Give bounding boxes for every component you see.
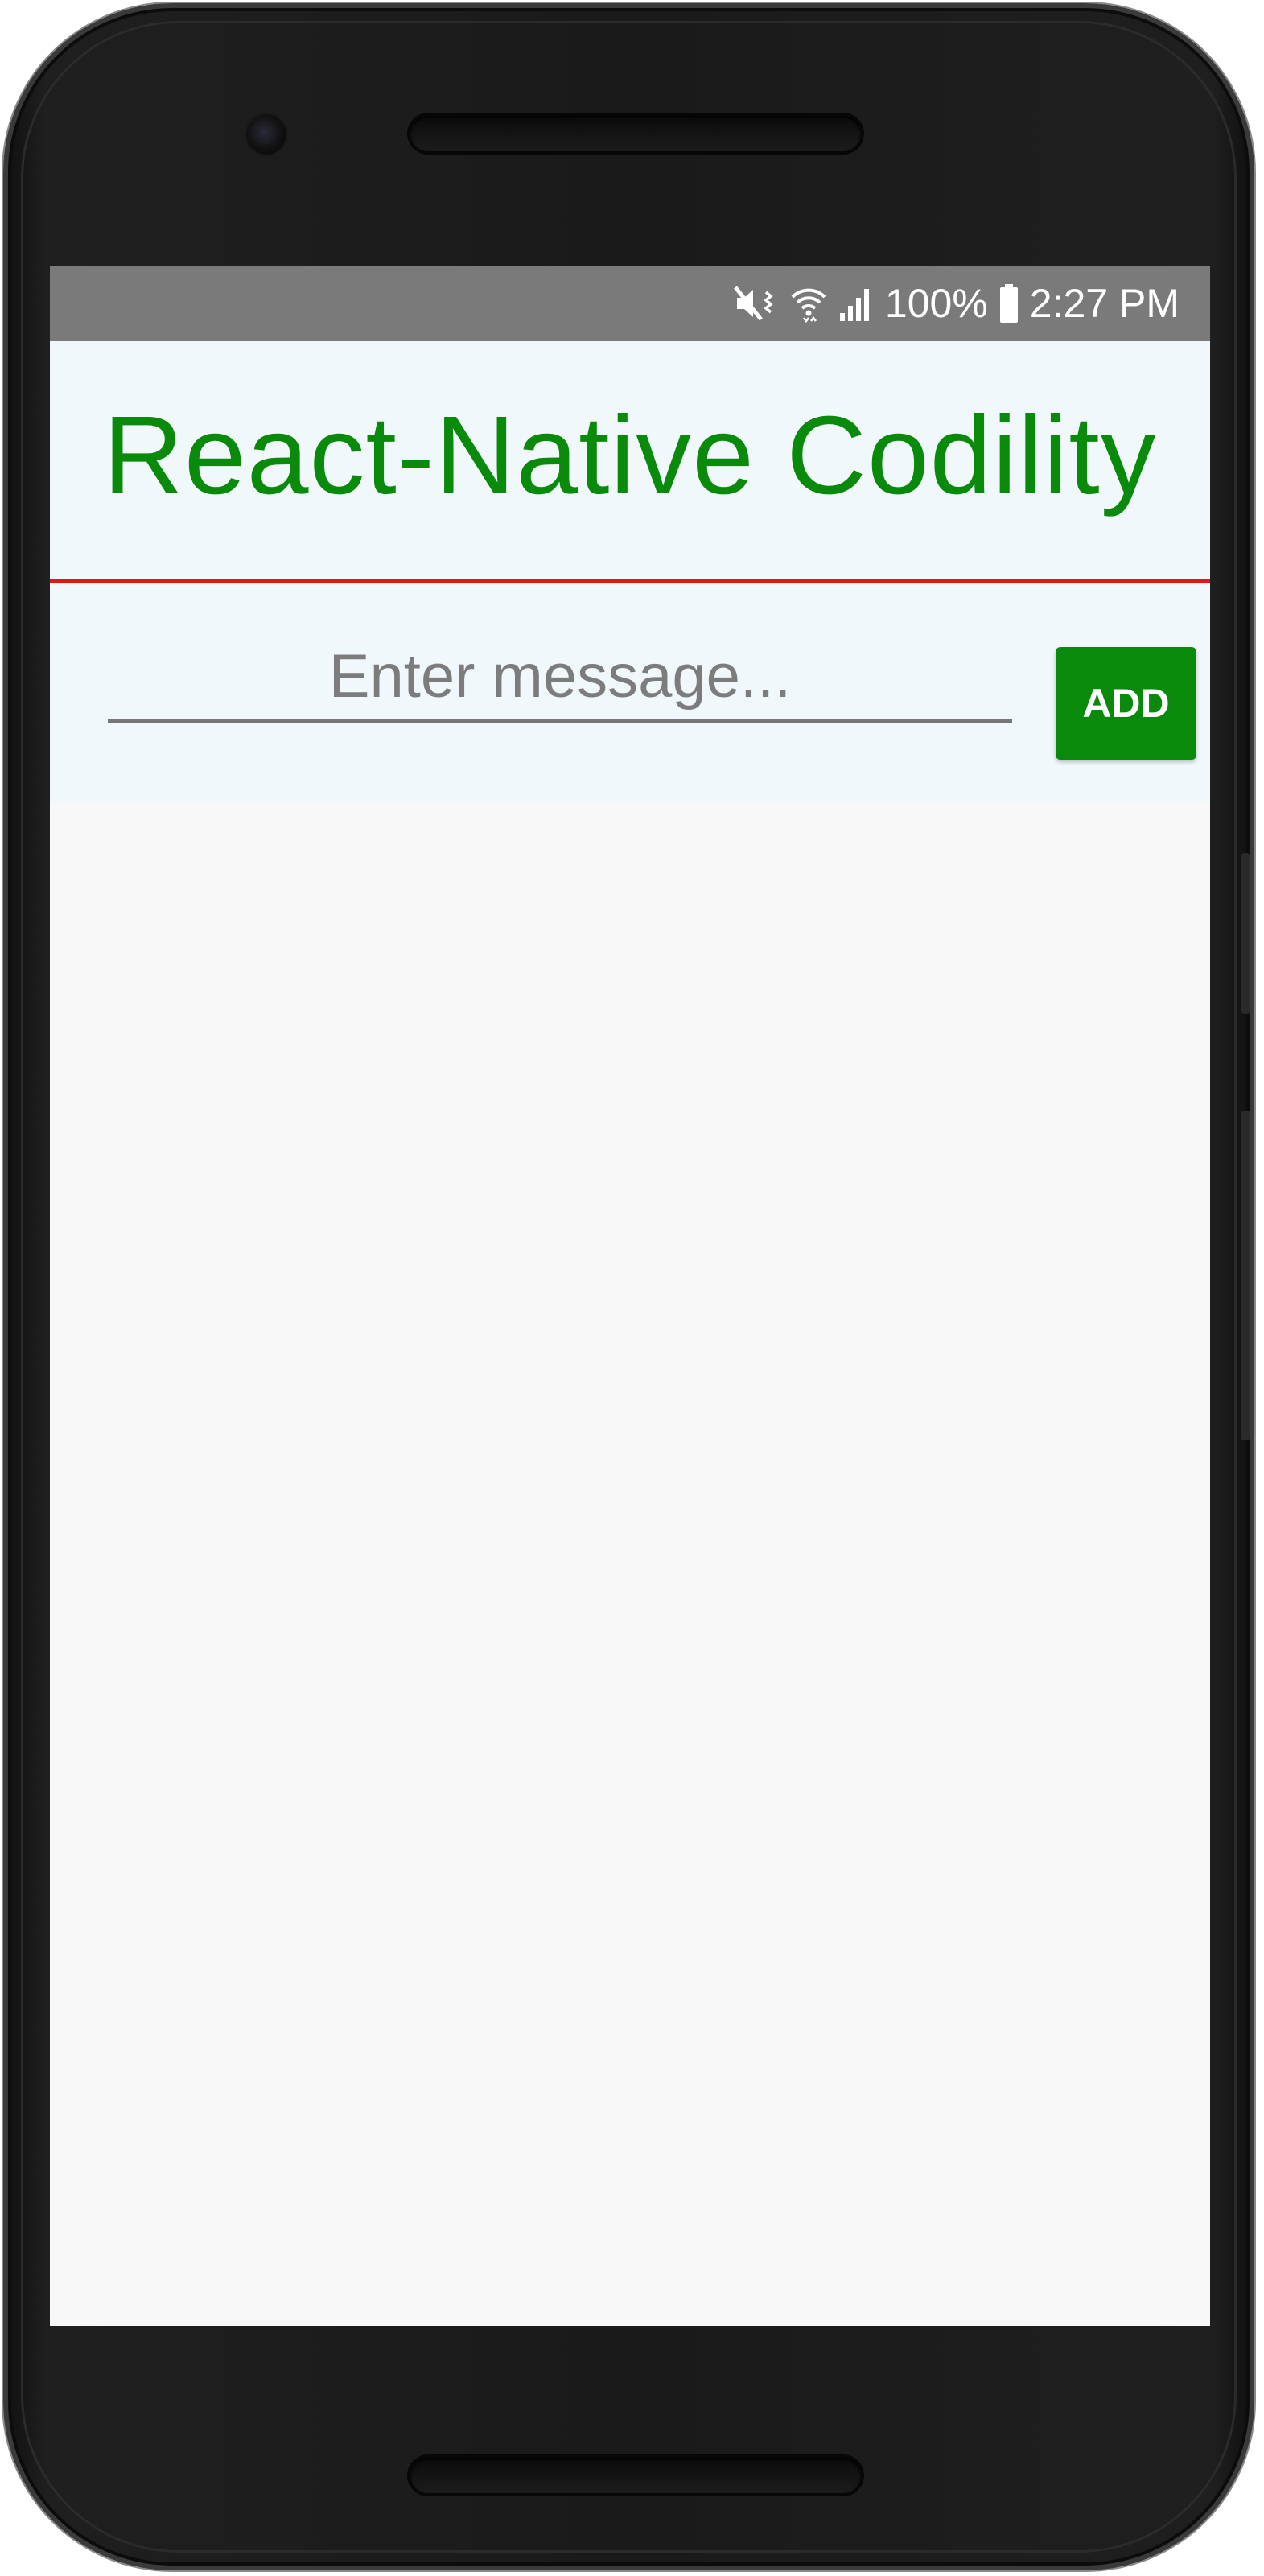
add-button[interactable]: ADD — [1056, 647, 1196, 760]
status-time: 2:27 PM — [1029, 281, 1180, 326]
front-camera — [246, 114, 286, 155]
volume-button[interactable] — [1241, 1111, 1250, 1440]
power-button[interactable] — [1241, 853, 1250, 1014]
top-speaker — [410, 116, 861, 151]
status-bar: 100% 2:27 PM — [50, 266, 1210, 341]
battery-percent: 100% — [884, 281, 988, 326]
phone-screen: 100% 2:27 PM React-Native Codility ADD — [50, 266, 1210, 2326]
signal-icon — [838, 284, 874, 323]
message-composer: ADD — [50, 583, 1210, 802]
bottom-speaker — [410, 2458, 861, 2493]
page-title: React-Native Codility — [103, 394, 1157, 517]
status-bar-right: 100% 2:27 PM — [733, 266, 1180, 341]
wifi-icon — [790, 284, 827, 323]
app-header: React-Native Codility — [50, 341, 1210, 583]
battery-icon — [999, 283, 1019, 324]
message-list — [50, 802, 1210, 2326]
message-input[interactable] — [108, 633, 1012, 723]
mute-vibrate-icon — [733, 284, 779, 323]
